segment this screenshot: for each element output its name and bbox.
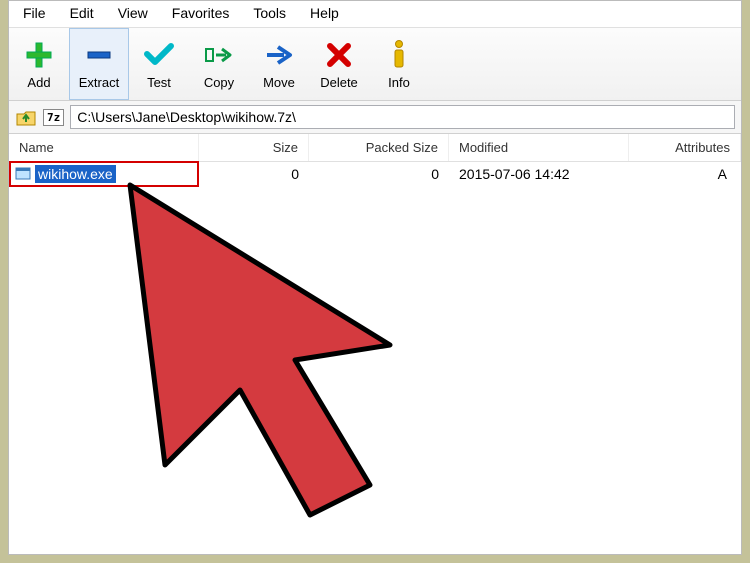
- cell-size: 0: [199, 164, 309, 184]
- move-arrow-icon: [263, 39, 295, 71]
- col-header-attributes[interactable]: Attributes: [629, 134, 741, 161]
- address-input[interactable]: [70, 105, 735, 129]
- menubar: File Edit View Favorites Tools Help: [9, 1, 741, 27]
- file-list: Name Size Packed Size Modified Attribute…: [9, 134, 741, 552]
- plus-icon: [23, 39, 55, 71]
- move-label: Move: [263, 75, 295, 90]
- minus-icon: [83, 39, 115, 71]
- info-button[interactable]: Info: [369, 28, 429, 100]
- col-header-packed-size[interactable]: Packed Size: [309, 134, 449, 161]
- cell-modified: 2015-07-06 14:42: [449, 164, 629, 184]
- x-icon: [323, 39, 355, 71]
- menu-view[interactable]: View: [108, 3, 158, 23]
- add-button[interactable]: Add: [9, 28, 69, 100]
- move-button[interactable]: Move: [249, 28, 309, 100]
- test-label: Test: [147, 75, 171, 90]
- up-folder-button[interactable]: [15, 107, 37, 127]
- check-icon: [143, 39, 175, 71]
- add-label: Add: [27, 75, 50, 90]
- column-headers: Name Size Packed Size Modified Attribute…: [9, 134, 741, 162]
- toolbar: Add Extract Test: [9, 27, 741, 101]
- extract-button[interactable]: Extract: [69, 28, 129, 100]
- sevenz-badge-icon: 7z: [43, 109, 64, 126]
- menu-edit[interactable]: Edit: [60, 3, 104, 23]
- copy-label: Copy: [204, 75, 234, 90]
- cell-packed-size: 0: [309, 164, 449, 184]
- menu-file[interactable]: File: [13, 3, 56, 23]
- delete-label: Delete: [320, 75, 358, 90]
- exe-file-icon: [15, 166, 31, 182]
- cell-attributes: A: [629, 164, 741, 184]
- addressbar-row: 7z: [9, 101, 741, 134]
- test-button[interactable]: Test: [129, 28, 189, 100]
- file-name: wikihow.exe: [35, 165, 116, 183]
- info-icon: [383, 39, 415, 71]
- menu-tools[interactable]: Tools: [243, 3, 296, 23]
- info-label: Info: [388, 75, 410, 90]
- file-item-highlight: wikihow.exe: [11, 163, 197, 185]
- extract-label: Extract: [79, 75, 119, 90]
- table-row[interactable]: wikihow.exe 0 0 2015-07-06 14:42 A: [9, 162, 741, 186]
- col-header-modified[interactable]: Modified: [449, 134, 629, 161]
- app-window: File Edit View Favorites Tools Help Add …: [8, 0, 742, 555]
- menu-help[interactable]: Help: [300, 3, 349, 23]
- menu-favorites[interactable]: Favorites: [162, 3, 240, 23]
- delete-button[interactable]: Delete: [309, 28, 369, 100]
- copy-button[interactable]: Copy: [189, 28, 249, 100]
- col-header-name[interactable]: Name: [9, 134, 199, 161]
- col-header-size[interactable]: Size: [199, 134, 309, 161]
- copy-arrow-icon: [203, 39, 235, 71]
